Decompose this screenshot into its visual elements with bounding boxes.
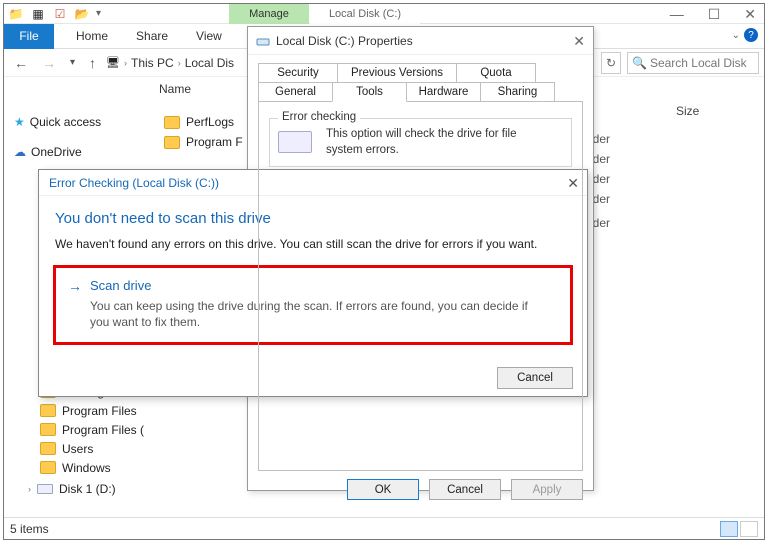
properties-dialog: Local Disk (C:) Properties ✕ Security Pr… — [247, 26, 594, 491]
details-view-button[interactable] — [720, 521, 738, 537]
tree-label: Users — [62, 442, 93, 456]
tree-item[interactable]: Program Files ( — [40, 420, 144, 439]
nav-pane-lower: PerfLogs Program Files Program Files ( U… — [40, 382, 144, 499]
tree-label: Quick access — [30, 115, 101, 129]
list-item-label: PerfLogs — [186, 115, 234, 129]
column-headers: Name — [159, 82, 191, 96]
cloud-icon: ☁ — [14, 145, 26, 159]
pc-icon: 🖥 — [106, 56, 120, 69]
tree-item[interactable]: Windows — [40, 458, 144, 477]
onedrive[interactable]: ☁ OneDrive — [14, 142, 144, 162]
tree-item[interactable]: Users — [40, 439, 144, 458]
status-bar: 5 items — [4, 517, 764, 539]
chevron-right-icon[interactable]: › — [28, 484, 31, 494]
new-folder-icon[interactable]: 📂 — [74, 6, 90, 22]
list-item[interactable]: PerfLogs — [164, 112, 243, 132]
properties-titlebar[interactable]: Local Disk (C:) Properties ✕ — [248, 27, 593, 55]
explorer-app-icon: 📁 — [8, 6, 24, 22]
tab-general[interactable]: General — [258, 82, 333, 102]
up-button[interactable]: ↑ — [85, 55, 100, 71]
ribbon-expand-icon[interactable]: ⌄ — [732, 30, 740, 41]
apply-button: Apply — [511, 479, 583, 500]
search-icon: 🔍 — [632, 56, 647, 70]
file-tab[interactable]: File — [4, 24, 54, 49]
properties-tabs: Security Previous Versions Quota General… — [258, 63, 583, 102]
folder-icon — [164, 136, 180, 149]
properties-buttons: OK Cancel Apply — [248, 479, 593, 508]
contextual-tab-manage[interactable]: Manage — [229, 4, 309, 24]
back-button[interactable]: ← — [10, 55, 32, 71]
ribbon-tab-view[interactable]: View — [182, 29, 236, 43]
disk-icon — [37, 484, 53, 494]
ok-button[interactable]: OK — [347, 479, 419, 500]
tree-label: Windows — [62, 461, 111, 475]
help-icon[interactable]: ? — [744, 28, 758, 42]
window-controls: — ☐ ✕ — [670, 6, 756, 23]
tree-label: Program Files — [62, 404, 137, 418]
ribbon-tab-share[interactable]: Share — [122, 29, 182, 43]
properties-title: Local Disk (C:) Properties — [276, 34, 413, 48]
check-icon[interactable]: ☑ — [52, 6, 68, 22]
tab-hardware[interactable]: Hardware — [406, 82, 481, 102]
tab-previous-versions[interactable]: Previous Versions — [337, 63, 457, 82]
view-toggle — [720, 521, 758, 537]
folder-icon — [164, 116, 180, 129]
minimize-button[interactable]: — — [670, 6, 684, 23]
list-item-label: Program F — [186, 135, 243, 149]
tree-label: Program Files ( — [62, 423, 144, 437]
drive-icon — [256, 34, 270, 48]
folder-icon — [40, 442, 56, 455]
refresh-button[interactable]: ↻ — [601, 52, 621, 74]
maximize-button[interactable]: ☐ — [708, 6, 721, 23]
close-button[interactable]: ✕ — [744, 6, 756, 23]
quick-access[interactable]: ★ Quick access — [14, 112, 144, 132]
group-title: Error checking — [278, 111, 360, 123]
error-checking-group: Error checking This option will check th… — [269, 118, 572, 167]
star-icon: ★ — [14, 115, 25, 129]
forward-button[interactable]: → — [38, 55, 60, 71]
tree-item-disk[interactable]: › Disk 1 (D:) — [28, 479, 144, 499]
tree-label: OneDrive — [31, 145, 82, 159]
recent-locations-icon[interactable]: ▾ — [66, 57, 79, 68]
tab-security[interactable]: Security — [258, 63, 338, 82]
ribbon-tab-home[interactable]: Home — [62, 29, 122, 43]
drive-check-icon — [278, 131, 312, 153]
breadcrumb-caret-icon[interactable]: › — [178, 58, 181, 68]
list-item[interactable]: Program F — [164, 132, 243, 152]
arrow-right-icon: → — [68, 278, 82, 294]
folder-icon — [40, 404, 56, 417]
tab-sharing[interactable]: Sharing — [480, 82, 555, 102]
folder-icon — [40, 461, 56, 474]
nav-pane: ★ Quick access ☁ OneDrive — [14, 112, 144, 162]
ribbon-right: ⌄ ? — [732, 28, 758, 42]
status-item-count: 5 items — [10, 522, 49, 536]
breadcrumb-caret-icon[interactable]: › — [124, 58, 127, 68]
search-placeholder: Search Local Disk — [650, 56, 747, 70]
properties-body: Error checking This option will check th… — [258, 101, 583, 471]
breadcrumb-segment[interactable]: This PC — [131, 56, 174, 70]
column-size[interactable]: Size — [676, 104, 699, 118]
address-bar[interactable]: 🖥 › This PC › Local Dis — [106, 56, 234, 70]
breadcrumb-segment[interactable]: Local Dis — [185, 56, 234, 70]
window-title: Local Disk (C:) — [310, 4, 420, 24]
group-description: This option will check the drive for fil… — [326, 127, 526, 158]
error-checking-title: Error Checking (Local Disk (C:)) — [49, 176, 219, 190]
search-input[interactable]: 🔍 Search Local Disk — [627, 52, 759, 74]
large-icons-view-button[interactable] — [740, 521, 758, 537]
cancel-button[interactable]: Cancel — [429, 479, 501, 500]
tree-item[interactable]: Program Files — [40, 401, 144, 420]
qat-overflow-icon[interactable]: ▾ — [96, 8, 101, 19]
file-list: PerfLogs Program F — [164, 112, 243, 152]
tree-label: Disk 1 (D:) — [59, 482, 116, 496]
tab-quota[interactable]: Quota — [456, 63, 536, 82]
column-name[interactable]: Name — [159, 82, 191, 96]
properties-icon[interactable]: ▦ — [30, 6, 46, 22]
tab-tools[interactable]: Tools — [332, 82, 407, 102]
scan-drive-title: Scan drive — [90, 278, 151, 294]
close-icon[interactable]: ✕ — [573, 33, 585, 50]
folder-icon — [40, 423, 56, 436]
explorer-window: 📁 ▦ ☑ 📂 ▾ Manage Local Disk (C:) — ☐ ✕ F… — [3, 3, 765, 540]
